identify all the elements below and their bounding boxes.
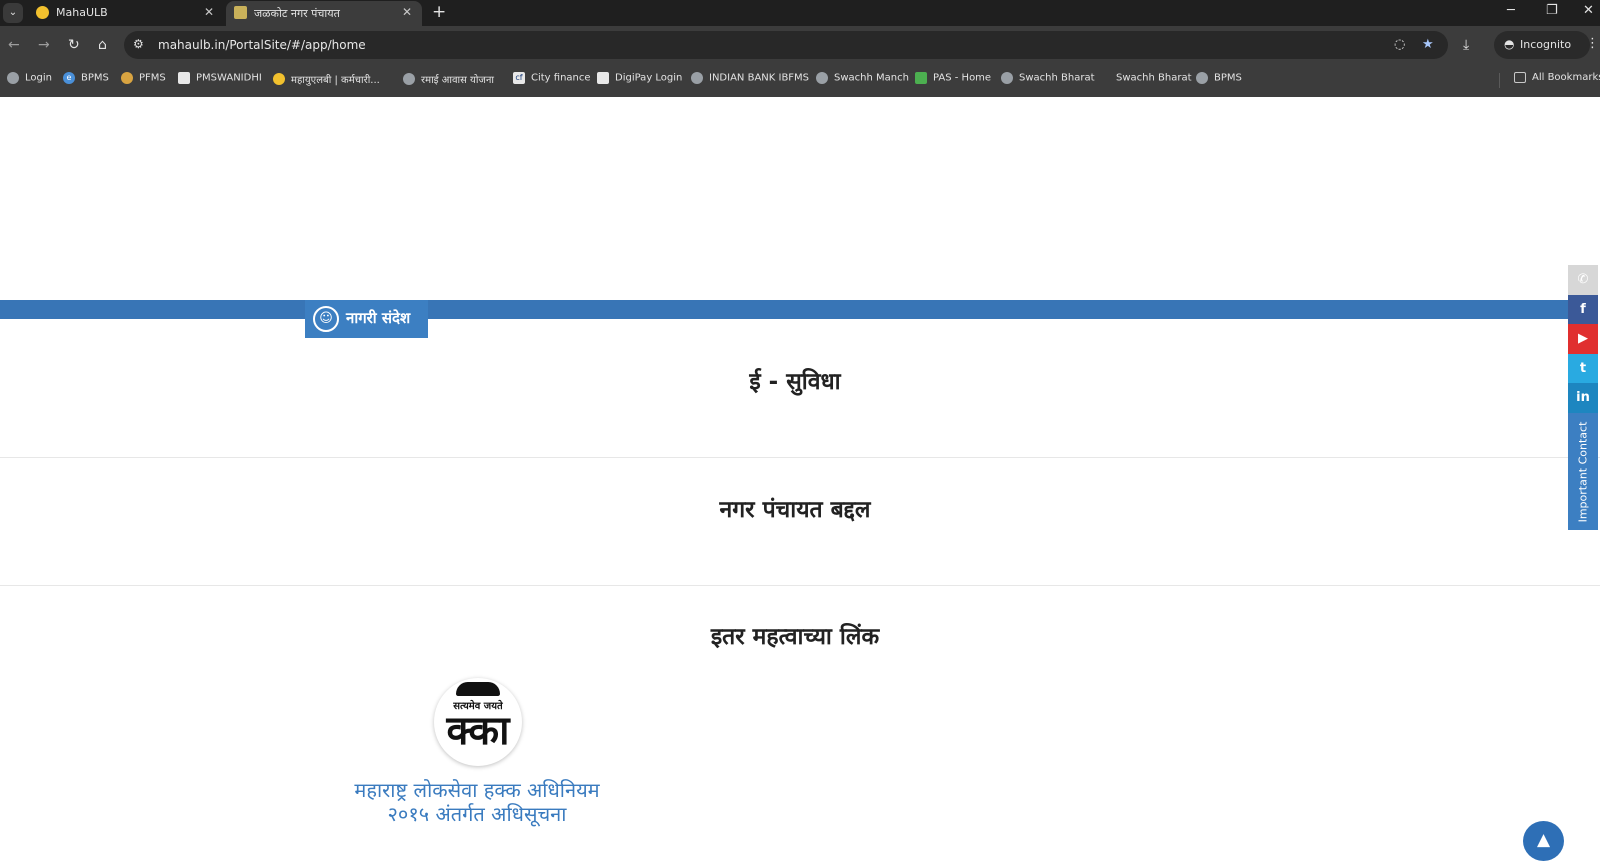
tab-title: जळकोट नगर पंचायत: [254, 7, 340, 20]
bookmark-pas-home[interactable]: PAS - Home: [915, 72, 991, 88]
e-icon: e: [63, 72, 75, 84]
address-bar[interactable]: ⚙ mahaulb.in/PortalSite/#/app/home ◌ ★: [124, 31, 1448, 59]
new-tab-plus-icon[interactable]: +: [432, 2, 446, 22]
bookmark-city-finance[interactable]: cf City finance: [513, 72, 591, 88]
section-divider: [0, 585, 1600, 586]
globe-icon: [1001, 72, 1013, 84]
important-contact-label: Important Contact: [1576, 421, 1590, 522]
bookmark-label: PFMS: [139, 72, 166, 84]
linkedin-icon[interactable]: in: [1568, 383, 1598, 413]
site-settings-icon[interactable]: ⚙: [133, 37, 144, 51]
rts-act-caption-line2[interactable]: २०१५ अंतर्गत अधिसूचना: [330, 802, 624, 826]
folder-icon: [1514, 72, 1526, 83]
restore-window-icon[interactable]: ❐: [1546, 3, 1558, 18]
bookmark-label: महायुएलबी | कर्मचारी...: [291, 75, 380, 86]
incognito-badge[interactable]: ◓ Incognito: [1494, 31, 1590, 59]
bookmark-pmswanidhi[interactable]: PMSWANIDHI: [178, 72, 262, 88]
important-links-heading: इतर महत्वाच्या लिंक: [710, 624, 880, 650]
bookmark-label: All Bookmarks: [1532, 72, 1600, 83]
globe-icon: [816, 72, 828, 84]
digipay-icon: [597, 72, 609, 84]
bookmark-label: PMSWANIDHI: [196, 72, 262, 84]
rts-act-caption-line1[interactable]: महाराष्ट्र लोकसेवा हक्क अधिनियम: [330, 778, 624, 802]
incognito-label: Incognito: [1520, 38, 1572, 51]
news-ticker-bar: [0, 300, 1568, 319]
pfms-icon: [121, 72, 133, 84]
scroll-to-top-button[interactable]: ▲: [1523, 821, 1564, 861]
bookmark-star-icon[interactable]: ★: [1422, 37, 1434, 52]
blank-icon: [1098, 72, 1110, 84]
mahaulb-favicon-icon: [36, 6, 49, 19]
bookmark-swachh-bharat[interactable]: Swachh Bharat: [1001, 72, 1095, 88]
bookmark-login[interactable]: Login: [7, 72, 52, 88]
globe-icon: [691, 72, 703, 84]
pmswanidhi-icon: [178, 72, 190, 84]
bookmark-label: City finance: [531, 72, 591, 84]
ashoka-emblem-icon: [456, 682, 500, 696]
cf-icon: cf: [513, 72, 525, 84]
e-suvidha-heading: ई - सुविधा: [749, 369, 841, 395]
close-tab-icon[interactable]: ✕: [204, 5, 214, 19]
youtube-icon[interactable]: ▶: [1568, 324, 1598, 354]
facebook-icon[interactable]: f: [1568, 295, 1598, 325]
twitter-icon[interactable]: t: [1568, 354, 1598, 384]
citizen-message-icon: ☺: [313, 306, 339, 332]
back-arrow-icon[interactable]: ←: [8, 37, 20, 53]
bookmark-label: DigiPay Login: [615, 72, 683, 84]
bookmark-pfms[interactable]: PFMS: [121, 72, 166, 88]
bookmark-label: BPMS: [1214, 72, 1242, 84]
tab-search-dropdown-icon[interactable]: ⌄: [3, 3, 23, 23]
bookmark-digipay[interactable]: DigiPay Login: [597, 72, 682, 88]
bookmark-label: Swachh Manch: [834, 72, 909, 84]
important-contact-tab[interactable]: Important Contact: [1568, 413, 1598, 530]
bookmark-indian-bank[interactable]: INDIAN BANK IBFMS: [691, 72, 809, 88]
bookmark-mahaulb[interactable]: महायुएलबी | कर्मचारी...: [273, 72, 380, 88]
rts-act-logo[interactable]: सत्यमेव जयते क्का: [434, 678, 522, 766]
reload-icon[interactable]: ↻: [68, 37, 80, 53]
bookmarks-bar: Login e BPMS PFMS PMSWANIDHI महायुएलबी | …: [0, 64, 1600, 97]
pas-icon: [915, 72, 927, 84]
tab-jalkot-nagar-panchayat[interactable]: जळकोट नगर पंचायत ✕: [226, 1, 422, 26]
bookmark-label: रमाई आवास योजना: [421, 75, 495, 86]
bookmark-ramai-awas[interactable]: रमाई आवास योजना: [403, 72, 494, 88]
rts-act-link[interactable]: महाराष्ट्र लोकसेवा हक्क अधिनियम २०१५ अंत…: [330, 778, 624, 826]
all-bookmarks[interactable]: All Bookmarks: [1514, 72, 1600, 88]
bookmark-label: Swachh Bharat: [1019, 72, 1095, 84]
minimize-icon[interactable]: ─: [1507, 3, 1515, 18]
url-text[interactable]: mahaulb.in/PortalSite/#/app/home: [158, 38, 366, 52]
logo-mark: क्का: [446, 708, 510, 754]
browser-tab-bar: ⌄ MahaULB ✕ जळकोट नगर पंचायत ✕ + ─ ❐ ✕: [0, 0, 1600, 26]
bookmark-bpms[interactable]: e BPMS: [63, 72, 109, 88]
bookmark-label: INDIAN BANK IBFMS: [709, 72, 810, 84]
bookmark-swachh-bharat-2[interactable]: Swachh Bharat: [1098, 72, 1192, 88]
globe-icon: [1196, 72, 1208, 84]
about-nagar-panchayat-heading: नगर पंचायत बद्दल: [719, 497, 871, 523]
close-window-icon[interactable]: ✕: [1583, 3, 1594, 18]
browser-toolbar: ← → ↻ ⌂ ⚙ mahaulb.in/PortalSite/#/app/ho…: [0, 26, 1600, 64]
phone-icon[interactable]: ✆: [1568, 265, 1598, 295]
nagari-sandesh-badge[interactable]: ☺ नागरी संदेश: [305, 300, 428, 338]
eye-off-icon[interactable]: ◌: [1394, 37, 1405, 52]
incognito-icon: ◓: [1504, 37, 1515, 51]
bookmarks-divider: [1499, 73, 1500, 88]
tab-mahaulb[interactable]: MahaULB ✕: [28, 1, 224, 26]
bookmark-label: PAS - Home: [933, 72, 992, 84]
bookmark-label: Swachh Bharat: [1116, 72, 1192, 84]
close-tab-icon[interactable]: ✕: [402, 5, 412, 19]
bookmark-label: Login: [25, 72, 52, 84]
browser-menu-icon[interactable]: ⋮: [1586, 36, 1599, 51]
site-favicon-icon: [234, 6, 247, 19]
mahaulb-icon: [273, 73, 285, 85]
bookmark-label: BPMS: [81, 72, 109, 84]
download-icon[interactable]: ⤓: [1463, 37, 1469, 53]
nagari-sandesh-label: नागरी संदेश: [346, 309, 411, 327]
bookmark-swachh-manch[interactable]: Swachh Manch: [816, 72, 909, 88]
forward-arrow-icon[interactable]: →: [38, 37, 50, 53]
tab-title: MahaULB: [56, 6, 108, 19]
section-divider: [0, 457, 1600, 458]
home-icon[interactable]: ⌂: [98, 37, 107, 53]
globe-icon: [7, 72, 19, 84]
globe-icon: [403, 73, 415, 85]
bookmark-bpms-2[interactable]: BPMS: [1196, 72, 1242, 88]
